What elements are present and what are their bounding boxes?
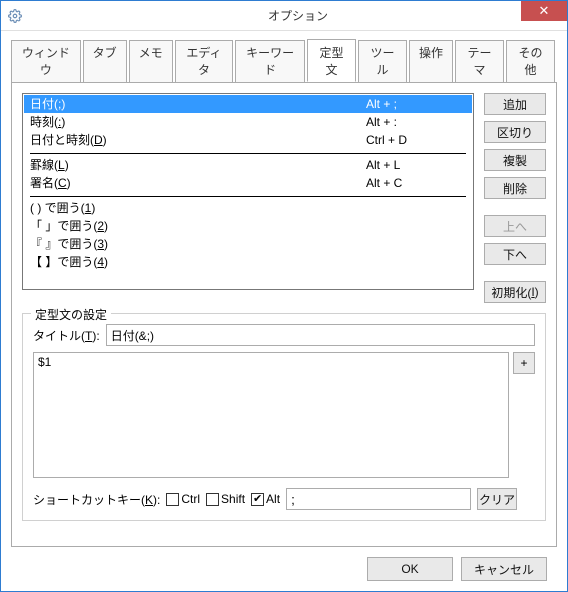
list-separator <box>30 153 466 154</box>
list-item-name: 日付(;) <box>30 96 366 112</box>
alt-label: Alt <box>266 492 280 506</box>
clear-button[interactable]: クリア <box>477 488 517 510</box>
alt-checkbox[interactable]: ✔ <box>251 493 264 506</box>
shift-checkbox[interactable] <box>206 493 219 506</box>
tab-2[interactable]: メモ <box>129 40 173 83</box>
list-item[interactable]: 時刻(:)Alt + : <box>24 113 472 131</box>
list-item-shortcut: Alt + : <box>366 114 466 130</box>
tab-strip: ウィンドウタブメモエディタキーワード定型文ツール操作テーマその他 <box>11 39 557 82</box>
close-button[interactable]: ✕ <box>521 1 567 21</box>
list-item-shortcut: Alt + L <box>366 157 466 173</box>
ctrl-label: Ctrl <box>181 492 200 506</box>
list-item-shortcut <box>366 236 466 252</box>
tab-7[interactable]: 操作 <box>409 40 453 83</box>
tab-4[interactable]: キーワード <box>235 40 305 83</box>
window-title: オプション <box>29 7 567 24</box>
initialize-button[interactable]: 初期化(I) <box>484 281 546 303</box>
insert-placeholder-button[interactable]: + <box>513 352 535 374</box>
boilerplate-listbox[interactable]: 日付(;)Alt + ;時刻(:)Alt + :日付と時刻(D)Ctrl + D… <box>22 93 474 290</box>
add-button[interactable]: 追加 <box>484 93 546 115</box>
tab-8[interactable]: テーマ <box>455 40 504 83</box>
list-item-name: 署名(C) <box>30 175 366 191</box>
shortcut-key-input[interactable] <box>286 488 471 510</box>
list-item-name: 「 」で囲う(2) <box>30 218 366 234</box>
tab-0[interactable]: ウィンドウ <box>11 40 81 83</box>
list-item[interactable]: ( ) で囲う(1) <box>24 199 472 217</box>
list-item[interactable]: 「 」で囲う(2) <box>24 217 472 235</box>
shift-label: Shift <box>221 492 245 506</box>
title-label: タイトル(T): <box>33 327 100 344</box>
tab-9[interactable]: その他 <box>506 40 555 83</box>
list-item[interactable]: 日付(;)Alt + ; <box>24 95 472 113</box>
list-item-name: 時刻(:) <box>30 114 366 130</box>
tab-1[interactable]: タブ <box>83 40 127 83</box>
delete-button[interactable]: 削除 <box>484 177 546 199</box>
list-separator <box>30 196 466 197</box>
body-textarea[interactable] <box>33 352 509 478</box>
list-item-shortcut <box>366 254 466 270</box>
tab-panel: 日付(;)Alt + ;時刻(:)Alt + :日付と時刻(D)Ctrl + D… <box>11 82 557 547</box>
gear-icon <box>1 9 29 23</box>
move-down-button[interactable]: 下へ <box>484 243 546 265</box>
cancel-button[interactable]: キャンセル <box>461 557 547 581</box>
duplicate-button[interactable]: 複製 <box>484 149 546 171</box>
list-item-shortcut <box>366 218 466 234</box>
move-up-button[interactable]: 上へ <box>484 215 546 237</box>
list-item-name: 『 』で囲う(3) <box>30 236 366 252</box>
list-item[interactable]: 【 】で囲う(4) <box>24 253 472 271</box>
list-item-shortcut: Ctrl + D <box>366 132 466 148</box>
list-item-name: 罫線(L) <box>30 157 366 173</box>
list-item-shortcut: Alt + C <box>366 175 466 191</box>
tab-6[interactable]: ツール <box>358 40 407 83</box>
boilerplate-settings-group: 定型文の設定 タイトル(T): + ショートカットキー(K): Ctrl <box>22 313 546 521</box>
list-item[interactable]: 日付と時刻(D)Ctrl + D <box>24 131 472 149</box>
list-item-name: 日付と時刻(D) <box>30 132 366 148</box>
list-item-shortcut: Alt + ; <box>366 96 466 112</box>
list-item[interactable]: 罫線(L)Alt + L <box>24 156 472 174</box>
ok-button[interactable]: OK <box>367 557 453 581</box>
title-input[interactable] <box>106 324 535 346</box>
titlebar: オプション ✕ <box>1 1 567 31</box>
separator-button[interactable]: 区切り <box>484 121 546 143</box>
group-title: 定型文の設定 <box>31 306 111 323</box>
shortcut-label: ショートカットキー(K): <box>33 491 160 508</box>
list-item-name: ( ) で囲う(1) <box>30 200 366 216</box>
tab-5[interactable]: 定型文 <box>307 39 356 82</box>
list-item-shortcut <box>366 200 466 216</box>
list-item-name: 【 】で囲う(4) <box>30 254 366 270</box>
list-item[interactable]: 『 』で囲う(3) <box>24 235 472 253</box>
ctrl-checkbox[interactable] <box>166 493 179 506</box>
tab-3[interactable]: エディタ <box>175 40 234 83</box>
list-item[interactable]: 署名(C)Alt + C <box>24 174 472 192</box>
